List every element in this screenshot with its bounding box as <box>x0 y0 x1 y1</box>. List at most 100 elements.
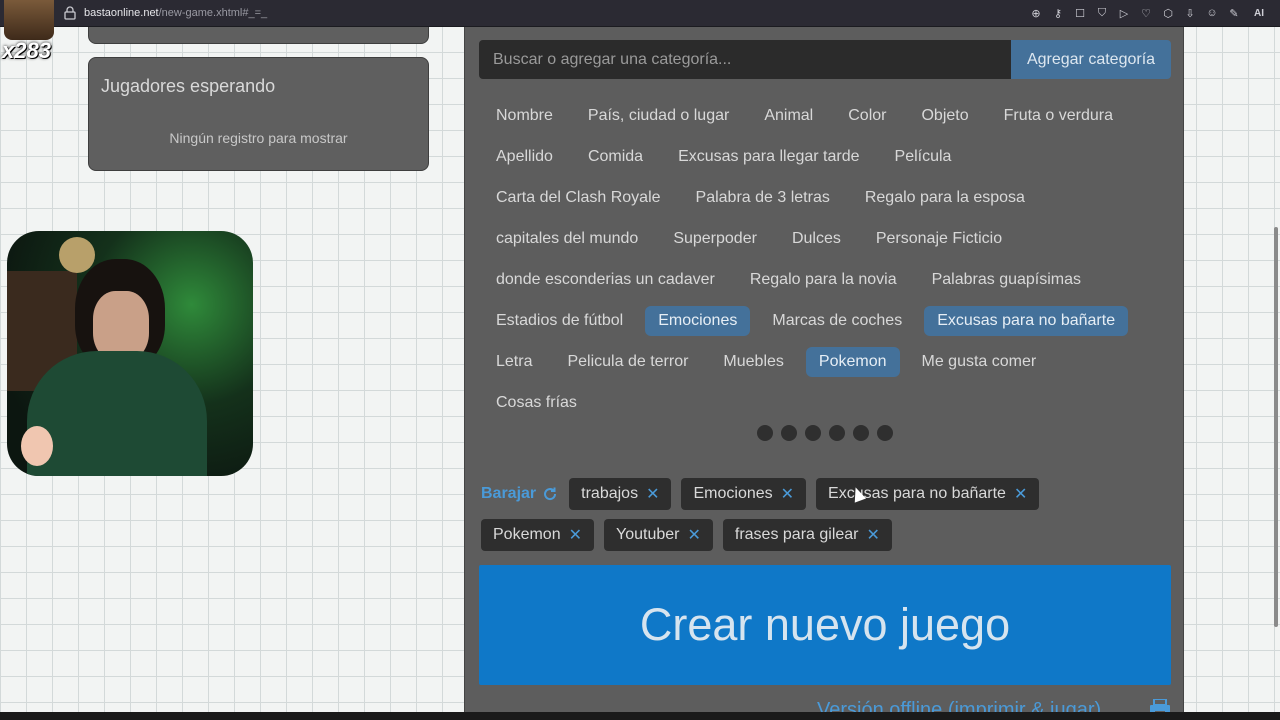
selected-category-tag: Emociones ✕ <box>681 477 807 510</box>
selected-categories: Barajar trabajos ✕ Emociones ✕ Excusas para … <box>481 473 1171 555</box>
category-chip[interactable]: Regalo para la esposa <box>852 183 1038 213</box>
category-chip[interactable]: donde esconderias un cadaver <box>483 265 728 295</box>
extension-icon[interactable]: ⬡ <box>1160 5 1176 21</box>
page-dot[interactable] <box>781 425 797 441</box>
category-chip[interactable]: Pokemon <box>805 346 900 377</box>
browser-toolbar: bastaonline.net/new-game.xhtml#_=_ ⊕ ⚷ ☐ ⛉ ▷… <box>0 0 1280 27</box>
category-chip[interactable]: Muebles <box>710 347 796 377</box>
overlay-counter: x283 <box>2 38 51 63</box>
category-chip[interactable]: Fruta o verdura <box>991 101 1126 131</box>
players-waiting-panel: Jugadores esperando Ningún registro para… <box>88 57 429 171</box>
add-category-button[interactable]: Agregar categoría <box>1011 40 1171 79</box>
toolbar-icons: ⊕ ⚷ ☐ ⛉ ▷ ♡ ⬡ ⇩ ☺ ✎ AI <box>1028 5 1270 21</box>
page-scrollbar[interactable] <box>1272 27 1280 720</box>
selected-category-tag: Excusas para no bañarte ✕ <box>816 477 1040 510</box>
category-chip[interactable]: Excusas para no bañarte <box>924 305 1129 336</box>
shuffle-label: Barajar <box>481 484 537 502</box>
bottom-edge <box>0 712 1280 720</box>
shield-icon[interactable]: ⛉ <box>1094 5 1110 21</box>
category-row: Nombre País, ciudad o lugar Animal Color Obj… <box>483 95 1173 136</box>
bookmark-icon[interactable]: ☐ <box>1072 5 1088 21</box>
category-chip[interactable]: Me gusta comer <box>909 347 1050 377</box>
category-chip[interactable]: Animal <box>751 101 826 131</box>
ai-button[interactable]: AI <box>1248 5 1270 21</box>
category-chip[interactable]: Dulces <box>779 224 854 254</box>
page-dot[interactable] <box>757 425 773 441</box>
category-chip[interactable]: Emociones <box>645 305 751 336</box>
category-chip[interactable]: Apellido <box>483 142 566 172</box>
category-pagination <box>757 425 893 441</box>
webcam-overlay <box>7 231 253 476</box>
heart-icon[interactable]: ♡ <box>1138 5 1154 21</box>
category-row: Carta del Clash Royale Palabra de 3 letra… <box>483 177 1173 218</box>
streamer-hoodie <box>27 351 207 476</box>
create-game-button[interactable]: Crear nuevo juego <box>479 565 1171 685</box>
page-dot[interactable] <box>853 425 869 441</box>
category-row: Estadios de fútbol Emociones Marcas de coc… <box>483 300 1173 341</box>
key-icon[interactable]: ⚷ <box>1050 5 1066 21</box>
remove-tag-icon[interactable]: ✕ <box>1014 484 1027 504</box>
play-icon[interactable]: ▷ <box>1116 5 1132 21</box>
category-chip[interactable]: Pelicula de terror <box>554 347 701 377</box>
category-row: Apellido Comida Excusas para llegar tarde P… <box>483 136 1173 177</box>
category-list: Nombre País, ciudad o lugar Animal Color Obj… <box>483 95 1173 423</box>
selected-row: Barajar trabajos ✕ Emociones ✕ Excusas para … <box>481 473 1171 514</box>
shuffle-button[interactable]: Barajar <box>481 485 558 503</box>
category-chip[interactable]: Comida <box>575 142 656 172</box>
url-host: bastaonline.net <box>84 7 159 19</box>
page-dot[interactable] <box>829 425 845 441</box>
category-row: donde esconderias un cadaver Regalo para … <box>483 259 1173 300</box>
refresh-icon <box>544 487 557 500</box>
category-chip[interactable]: Color <box>835 101 899 131</box>
players-empty-message: Ningún registro para mostrar <box>169 130 348 146</box>
sticker-character <box>21 426 53 466</box>
tag-label: Emociones <box>693 484 773 502</box>
category-chip[interactable]: Objeto <box>908 101 981 131</box>
category-chip[interactable]: Excusas para llegar tarde <box>665 142 872 172</box>
address-bar[interactable]: bastaonline.net/new-game.xhtml#_=_ <box>84 7 267 19</box>
category-row: Cosas frías <box>483 382 1173 423</box>
streamer-avatar <box>4 0 54 40</box>
url-path: /new-game.xhtml#_=_ <box>158 7 268 19</box>
zoom-icon[interactable]: ⊕ <box>1028 5 1044 21</box>
account-icon[interactable]: ☺ <box>1204 5 1220 21</box>
remove-tag-icon[interactable]: ✕ <box>687 525 700 545</box>
remove-tag-icon[interactable]: ✕ <box>867 525 880 545</box>
pen-icon[interactable]: ✎ <box>1226 5 1242 21</box>
new-game-panel: Agregar categoría Nombre País, ciudad o l… <box>464 27 1184 720</box>
microphone <box>59 237 95 273</box>
category-chip[interactable]: Superpoder <box>660 224 770 254</box>
category-chip[interactable]: País, ciudad o lugar <box>575 101 742 131</box>
selected-category-tag: Youtuber ✕ <box>604 518 713 551</box>
tag-label: Pokemon <box>493 525 561 543</box>
tag-label: trabajos <box>581 484 639 502</box>
tag-label: Youtuber <box>616 525 680 543</box>
scrollbar-thumb[interactable] <box>1274 227 1278 627</box>
remove-tag-icon[interactable]: ✕ <box>569 525 582 545</box>
category-chip[interactable]: Nombre <box>483 101 566 131</box>
download-icon[interactable]: ⇩ <box>1182 5 1198 21</box>
tag-label: frases para gilear <box>734 525 859 543</box>
selected-category-tag: trabajos ✕ <box>569 477 672 510</box>
category-chip[interactable]: Palabras guapísimas <box>919 265 1094 295</box>
remove-tag-icon[interactable]: ✕ <box>646 484 659 504</box>
category-row: Letra Pelicula de terror Muebles Pokemon Me … <box>483 341 1173 382</box>
page-dot[interactable] <box>805 425 821 441</box>
category-row: capitales del mundo Superpoder Dulces Perso… <box>483 218 1173 259</box>
category-search-input[interactable] <box>479 40 1011 79</box>
category-chip[interactable]: Carta del Clash Royale <box>483 183 674 213</box>
remove-tag-icon[interactable]: ✕ <box>781 484 794 504</box>
category-chip[interactable]: Letra <box>483 347 545 377</box>
category-chip[interactable]: capitales del mundo <box>483 224 651 254</box>
category-chip[interactable]: Cosas frías <box>483 388 590 418</box>
selected-category-tag: frases para gilear ✕ <box>722 518 892 551</box>
category-chip[interactable]: Marcas de coches <box>759 306 915 336</box>
category-chip[interactable]: Personaje Ficticio <box>863 224 1015 254</box>
category-chip[interactable]: Regalo para la novia <box>737 265 910 295</box>
selected-category-tag: Pokemon ✕ <box>481 518 594 551</box>
category-chip[interactable]: Estadios de fútbol <box>483 306 636 336</box>
category-chip[interactable]: Palabra de 3 letras <box>683 183 843 213</box>
page-dot[interactable] <box>877 425 893 441</box>
category-chip[interactable]: Película <box>882 142 965 172</box>
lock-icon <box>64 6 76 20</box>
